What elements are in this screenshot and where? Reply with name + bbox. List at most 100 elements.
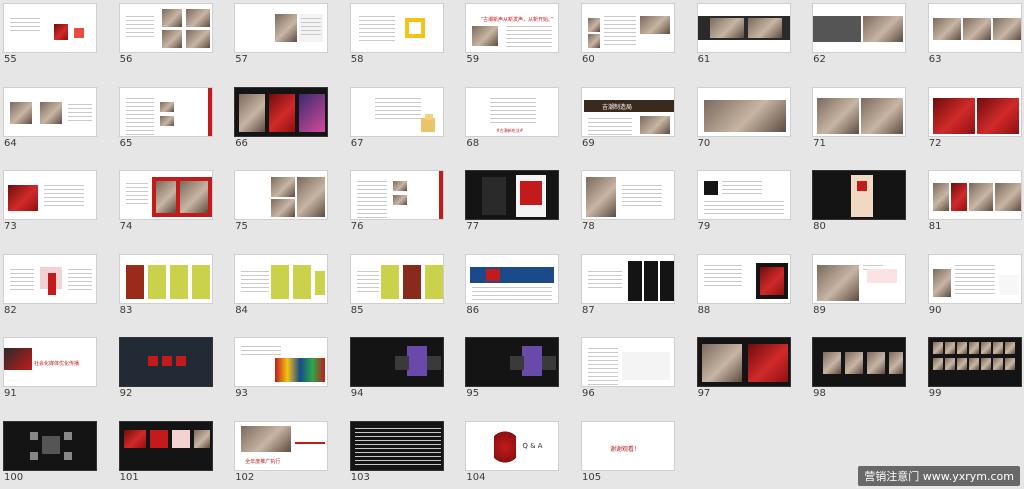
slide-number: 81 (928, 221, 942, 233)
slide-number: 64 (4, 137, 17, 149)
slide-number: 82 (4, 304, 17, 316)
slide-thumbnail-75[interactable]: 75 (234, 170, 329, 232)
slide-thumbnail-63[interactable]: 63 (927, 3, 1022, 65)
slide-thumbnail-85[interactable]: 85 (349, 253, 444, 316)
slide-thumbnail-79[interactable]: 79 (696, 170, 791, 232)
slide-preview (927, 170, 1022, 221)
slide-thumbnail-80[interactable]: 80 (812, 170, 907, 232)
slide-thumbnail-89[interactable]: 89 (812, 253, 907, 316)
slide-thumbnail-71[interactable]: 71 (812, 86, 907, 149)
slide-preview (234, 86, 329, 137)
slide-preview (3, 170, 97, 221)
slide-number: 86 (466, 304, 480, 316)
slide-thumbnail-56[interactable]: 56 (118, 3, 213, 65)
slide-thumbnail-90[interactable]: 90 (927, 253, 1022, 316)
slide-thumbnail-72[interactable]: 72 (927, 86, 1022, 149)
watermark: 营销注意门 www.yxrym.com (858, 466, 1020, 486)
slide-thumbnail-94[interactable]: 94 (349, 337, 444, 399)
slide-number: 97 (697, 388, 711, 400)
slide-thumbnail-93[interactable]: 93 (234, 337, 329, 399)
slide-number: 61 (697, 54, 711, 65)
slide-thumbnail-70[interactable]: 70 (696, 86, 791, 149)
slide-preview (580, 253, 675, 304)
slide-number: 57 (235, 54, 248, 65)
slide-thumbnail-84[interactable]: 84 (234, 253, 329, 316)
slide-number: 87 (581, 304, 595, 316)
slide-number: 95 (466, 388, 480, 400)
slide-number: 67 (350, 137, 364, 149)
slide-thumbnail-74[interactable]: 74 (118, 170, 213, 232)
slide-thumbnail-77[interactable]: 77 (465, 170, 560, 232)
slide-thumbnail-65[interactable]: 65 (118, 86, 213, 149)
slide-number: 88 (697, 304, 711, 316)
slide-thumbnail-58[interactable]: 58 (349, 3, 444, 65)
slide-thumbnail-67[interactable]: 67 (349, 86, 444, 149)
slide-thumbnail-86[interactable]: 86 (465, 253, 560, 316)
slide-number: 94 (350, 388, 364, 400)
slide-number: 91 (4, 388, 17, 400)
slide-thumbnail-101[interactable]: 101 (118, 420, 213, 483)
slide-preview: 谢谢观看！ (580, 420, 675, 471)
slide-thumbnail-83[interactable]: 83 (118, 253, 213, 316)
slide-thumbnail-73[interactable]: 73 (3, 170, 97, 232)
slide-thumbnail-105[interactable]: 谢谢观看！ 105 (580, 420, 675, 483)
slide-preview (349, 420, 444, 471)
slide-thumbnail-68[interactable]: #古潮新吃法# 68 (465, 86, 560, 149)
slide-thumbnail-99[interactable]: 99 (927, 337, 1022, 399)
slide-thumbnail-61[interactable]: 61 (696, 3, 791, 65)
slide-number: 69 (581, 137, 595, 149)
slide-thumbnail-82[interactable]: 82 (3, 253, 97, 316)
slide-number: 99 (928, 388, 942, 400)
slide-title-text: Q & A (522, 441, 543, 450)
slide-preview: “古潮新声从新发声，从新开始。” (465, 3, 560, 53)
slide-thumbnail-60[interactable]: 60 (580, 3, 675, 65)
slide-thumbnail-100[interactable]: 100 (3, 420, 97, 483)
slide-thumbnail-104[interactable]: Q & A 104 (465, 420, 560, 483)
slide-preview (696, 337, 791, 388)
slide-preview (118, 3, 213, 53)
slide-thumbnail-81[interactable]: 81 (927, 170, 1022, 232)
slide-preview (580, 170, 675, 221)
slide-preview (812, 170, 907, 221)
slide-preview (3, 253, 97, 304)
slide-preview: 全年度推广执行 (234, 420, 329, 471)
slide-title-text: 社会化媒体优化传播 (34, 361, 80, 368)
slide-thumbnail-103[interactable]: 103 (349, 420, 444, 483)
slide-thumbnail-91[interactable]: 社会化媒体优化传播 91 (3, 337, 97, 399)
slide-thumbnail-55[interactable]: 55 (3, 3, 97, 65)
slide-thumbnail-92[interactable]: 92 (118, 337, 213, 399)
slide-number: 58 (350, 54, 364, 65)
slide-thumbnail-95[interactable]: 95 (465, 337, 560, 399)
slide-thumbnail-102[interactable]: 全年度推广执行 102 (234, 420, 329, 483)
slide-thumbnail-96[interactable]: 96 (580, 337, 675, 399)
slide-thumbnail-57[interactable]: 57 (234, 3, 329, 65)
slide-title-text: 吉潮制造局 (601, 103, 632, 111)
slide-preview (465, 337, 560, 388)
slide-preview (234, 337, 329, 388)
slide-thumbnail-88[interactable]: 88 (696, 253, 791, 316)
slide-thumbnail-62[interactable]: 62 (812, 3, 907, 65)
slide-number: 68 (466, 137, 480, 149)
slide-preview: Q & A (465, 420, 560, 471)
slide-thumbnail-66[interactable]: 66 (234, 86, 329, 149)
slide-preview (696, 170, 791, 221)
slide-preview (118, 170, 213, 221)
slide-title-text: 谢谢观看！ (609, 445, 640, 453)
slide-number: 78 (581, 221, 595, 233)
slide-thumbnail-69[interactable]: 吉潮制造局 69 (580, 86, 675, 149)
slide-preview (927, 3, 1022, 53)
slide-thumbnail-98[interactable]: 98 (812, 337, 907, 399)
slide-thumbnail-76[interactable]: 76 (349, 170, 444, 232)
slide-number: 73 (4, 221, 17, 233)
slide-thumbnail-97[interactable]: 97 (696, 337, 791, 399)
slide-number: 104 (466, 471, 486, 483)
slide-thumbnail-64[interactable]: 64 (3, 86, 97, 149)
slide-preview (812, 253, 907, 304)
slide-number: 62 (813, 54, 826, 65)
slide-thumbnail-87[interactable]: 87 (580, 253, 675, 316)
slide-number: 105 (581, 471, 602, 483)
slide-thumbnail-59[interactable]: “古潮新声从新发声，从新开始。” 59 (465, 3, 560, 65)
slide-preview (234, 170, 329, 221)
slide-preview (465, 170, 560, 221)
slide-thumbnail-78[interactable]: 78 (580, 170, 675, 232)
